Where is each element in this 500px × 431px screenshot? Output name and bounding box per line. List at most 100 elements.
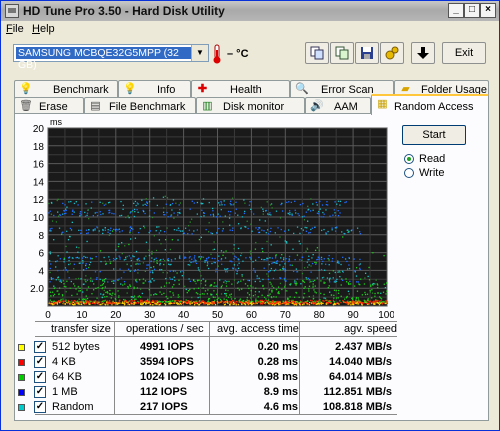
menu-help[interactable]: Help	[32, 23, 55, 35]
data-point	[239, 299, 241, 301]
data-point	[251, 230, 253, 232]
data-point	[256, 277, 258, 279]
data-point	[316, 204, 318, 206]
data-point	[252, 260, 254, 263]
data-point	[97, 286, 99, 289]
tab-info[interactable]: 💡 Info	[118, 80, 191, 98]
data-point	[224, 280, 226, 282]
title-bar[interactable]: HD Tune Pro 3.50 - Hard Disk Utility _ □…	[1, 1, 499, 22]
data-point	[255, 287, 257, 289]
drive-select[interactable]: SAMSUNG MCBQE32G5MPP (32 GB) ▼	[13, 44, 209, 71]
row-speed: 64.014 MB/s	[329, 371, 392, 383]
data-point	[348, 293, 350, 295]
data-point	[63, 283, 65, 285]
tab-random-access[interactable]: ▦ Random Access	[371, 94, 489, 115]
data-point	[148, 231, 150, 234]
minimize-button[interactable]: _	[448, 3, 464, 18]
row-checkbox[interactable]: ✓	[34, 341, 46, 353]
data-point	[193, 288, 195, 290]
row-checkbox[interactable]: ✓	[34, 401, 46, 413]
data-point	[103, 289, 105, 292]
read-radio[interactable]	[404, 154, 414, 164]
data-point	[227, 210, 230, 213]
data-point	[149, 302, 152, 304]
y-tick-label: 16	[33, 160, 45, 171]
y-axis-label: ms	[50, 117, 62, 127]
copy-text-button[interactable]	[330, 42, 354, 64]
write-radio[interactable]	[404, 168, 414, 178]
data-point	[340, 263, 342, 266]
data-point	[341, 231, 343, 233]
close-button[interactable]: ×	[480, 3, 496, 18]
data-point	[326, 204, 329, 206]
data-point	[190, 300, 193, 302]
data-point	[239, 298, 242, 300]
menu-file[interactable]: File	[6, 23, 24, 35]
copy-info-button[interactable]	[305, 42, 329, 64]
data-point	[299, 259, 301, 261]
data-point	[148, 281, 150, 283]
start-button[interactable]: Start	[402, 125, 466, 145]
download-button[interactable]	[411, 42, 435, 64]
data-point	[252, 213, 255, 215]
options-button[interactable]	[380, 42, 404, 64]
data-point	[275, 260, 278, 263]
chevron-down-icon[interactable]: ▼	[191, 45, 208, 61]
data-point	[73, 202, 76, 205]
data-point	[209, 302, 211, 304]
x-tick-label: 40	[178, 310, 190, 319]
row-checkbox[interactable]: ✓	[34, 371, 46, 383]
data-point	[316, 259, 318, 261]
row-size: 512 bytes	[52, 341, 100, 353]
data-point	[386, 290, 388, 292]
data-point	[233, 244, 235, 246]
data-point	[102, 287, 104, 289]
data-point	[109, 201, 111, 203]
data-point	[171, 286, 174, 288]
data-point	[256, 275, 258, 277]
data-point	[191, 296, 193, 299]
tab-benchmark[interactable]: 💡 Benchmark	[14, 80, 118, 98]
tab-health[interactable]: ✚ Health	[191, 80, 290, 98]
data-point	[302, 280, 304, 283]
data-point	[137, 302, 140, 304]
data-point	[58, 227, 61, 229]
data-point	[96, 211, 98, 214]
data-point	[81, 302, 83, 304]
save-button[interactable]	[355, 42, 379, 64]
maximize-button[interactable]: □	[464, 3, 480, 18]
row-checkbox[interactable]: ✓	[34, 356, 46, 368]
exit-button[interactable]: Exit	[442, 42, 486, 64]
data-point	[235, 256, 237, 259]
data-point	[107, 281, 109, 283]
data-point	[114, 302, 116, 304]
data-point	[237, 303, 240, 306]
data-point	[49, 303, 51, 305]
data-point	[275, 210, 278, 212]
row-checkbox[interactable]: ✓	[34, 386, 46, 398]
data-point	[144, 203, 146, 206]
data-point	[279, 264, 281, 266]
data-point	[360, 278, 362, 280]
data-point	[320, 280, 322, 282]
data-point	[318, 215, 321, 218]
data-point	[53, 302, 55, 304]
data-point	[177, 227, 180, 229]
data-point	[188, 260, 191, 262]
data-point	[57, 301, 60, 303]
data-point	[264, 259, 266, 261]
data-point	[296, 226, 299, 228]
data-point	[103, 278, 106, 281]
data-point	[106, 291, 108, 293]
data-point	[61, 294, 64, 296]
data-point	[179, 202, 182, 204]
data-point	[269, 212, 271, 214]
data-point	[225, 289, 227, 291]
data-point	[135, 204, 137, 207]
data-point	[95, 278, 98, 280]
data-point	[225, 285, 228, 287]
data-point	[65, 212, 67, 214]
data-point	[166, 227, 168, 229]
data-point	[263, 267, 265, 269]
data-point	[152, 272, 154, 274]
